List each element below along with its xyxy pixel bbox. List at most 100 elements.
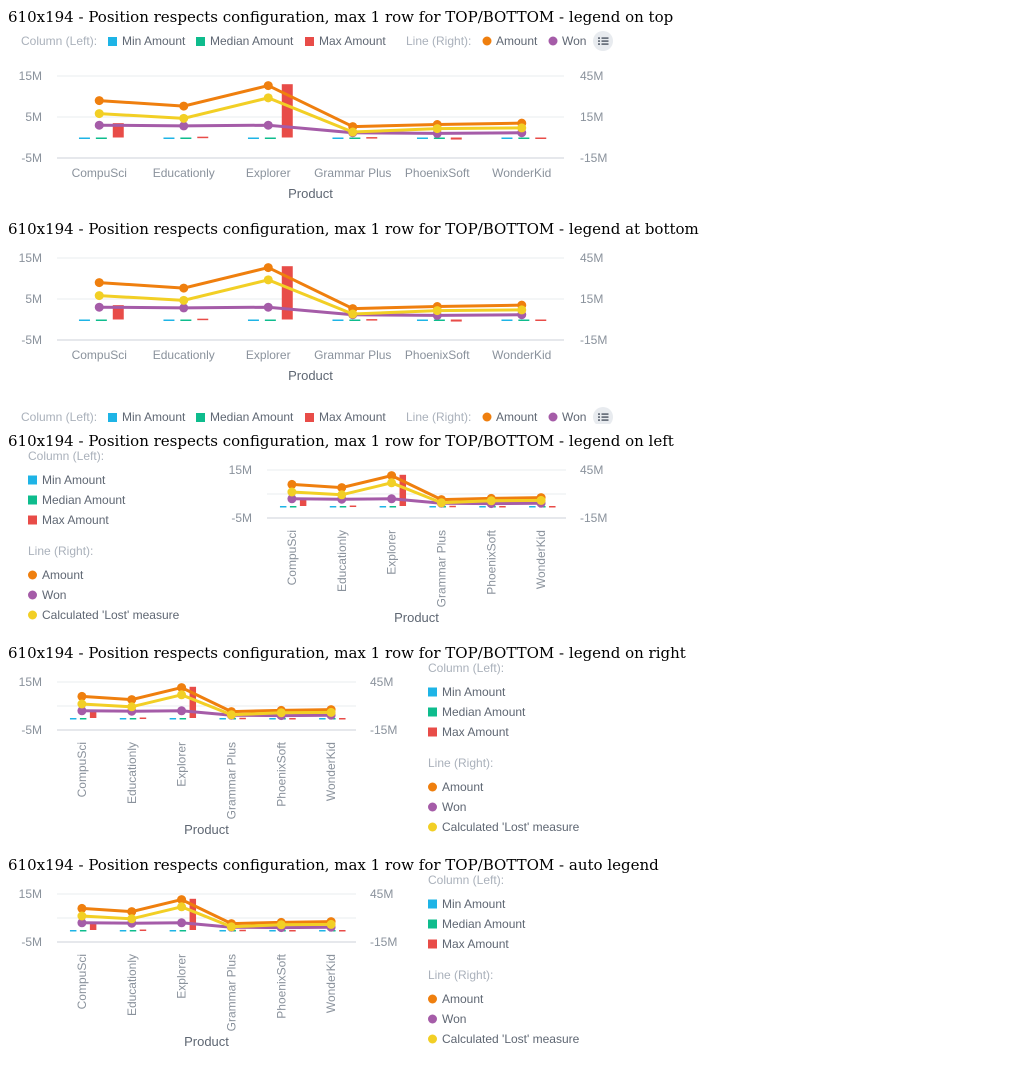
bar-max-amount	[139, 717, 147, 720]
x-axis-title: Product	[184, 822, 229, 837]
bar-min-amount	[501, 137, 513, 139]
legend: Column (Left): Min Amount Median Amount Max…	[28, 449, 180, 622]
legend-item-label: Min Amount	[122, 410, 186, 424]
x-tick-label: Educationly	[153, 348, 215, 362]
bar-min-amount	[163, 137, 175, 139]
bar-max-amount	[289, 718, 296, 720]
legend-item-label: Amount	[442, 780, 484, 794]
list-icon	[598, 413, 600, 415]
x-tick-label: Educationly	[153, 166, 215, 180]
x-tick-label: Explorer	[385, 530, 399, 575]
legend-item-label: Calculated 'Lost' measure	[442, 1032, 580, 1046]
legend-group-label: Line (Right):	[428, 756, 493, 770]
legend-marker	[428, 707, 437, 717]
bar-median-amount	[180, 137, 192, 139]
bar-median-amount	[179, 718, 187, 720]
legend-marker	[28, 515, 37, 525]
bar-max-amount	[449, 505, 456, 508]
y-tick-label-left: 5M	[25, 110, 42, 124]
legend-marker	[28, 475, 37, 485]
bar-min-amount	[269, 718, 276, 720]
legend-item-label: Median Amount	[210, 34, 294, 48]
legend-marker	[428, 899, 437, 909]
bar-max-amount	[197, 318, 209, 321]
legend-marker	[108, 37, 117, 46]
bar-min-amount	[78, 319, 90, 321]
bar-max-amount	[366, 137, 378, 139]
x-tick-label: PhoenixSoft	[405, 166, 470, 180]
bar-min-amount	[169, 930, 177, 932]
bar-min-amount	[78, 137, 90, 139]
legend-group-label: Column (Left):	[21, 34, 97, 48]
legend-group-label: Column (Left):	[21, 410, 97, 424]
bar-min-amount	[429, 506, 436, 508]
x-tick-label: Explorer	[175, 742, 189, 787]
x-tick-label: CompuSci	[285, 530, 299, 585]
legend-item-label: Max Amount	[319, 410, 386, 424]
bar-min-amount	[69, 718, 77, 720]
line-point	[94, 96, 104, 106]
legend-item-label: Median Amount	[442, 917, 526, 931]
bar-max-amount	[289, 930, 296, 932]
bar-max-amount	[197, 136, 209, 139]
legend-item-label: Won	[442, 1012, 466, 1026]
x-axis-title: Product	[288, 186, 333, 201]
y-tick-label-left: 15M	[19, 887, 42, 901]
bar-median-amount	[289, 506, 297, 508]
chart-section: 610x194 - Position respects configuratio…	[0, 0, 1024, 212]
legend-more-button[interactable]	[593, 31, 613, 51]
list-icon	[598, 37, 600, 39]
bar-median-amount	[433, 137, 445, 139]
line-point	[179, 295, 189, 305]
legend-marker	[428, 782, 437, 792]
y-tick-label-right: -15M	[370, 723, 397, 737]
legend: Column (Left): Min Amount Median Amount Max…	[21, 407, 613, 424]
legend-item-label: Won	[562, 410, 586, 424]
legend-item-label: Calculated 'Lost' measure	[42, 608, 180, 622]
legend-marker	[305, 413, 314, 422]
bar-median-amount	[518, 137, 530, 139]
legend-marker	[196, 37, 205, 46]
line-point	[263, 263, 273, 273]
chart-section: 610x194 - Position respects configuratio…	[0, 212, 1024, 424]
list-icon	[601, 37, 609, 39]
legend-marker	[548, 412, 558, 422]
line-point	[287, 487, 297, 497]
y-tick-label-left: -5M	[21, 333, 42, 347]
legend-group-label: Line (Right):	[428, 968, 493, 982]
x-tick-label: PhoenixSoft	[274, 741, 288, 806]
legend-item-label: Min Amount	[442, 897, 506, 911]
line-point	[177, 918, 187, 928]
line-point	[179, 283, 189, 293]
line-point	[387, 478, 397, 488]
legend-item-label: Median Amount	[210, 410, 294, 424]
legend-marker	[428, 687, 437, 697]
y-tick-label-left: 15M	[19, 251, 42, 265]
bar-min-amount	[319, 718, 326, 720]
x-tick-label: Grammar Plus	[224, 954, 238, 1031]
bar-min-amount	[332, 137, 344, 139]
bar-max-amount	[139, 929, 147, 932]
line-point	[486, 496, 496, 506]
legend-marker	[428, 994, 437, 1004]
x-tick-label: CompuSci	[72, 348, 127, 362]
x-tick-label: WonderKid	[324, 954, 338, 1013]
legend-marker	[482, 36, 492, 46]
line-point	[436, 498, 446, 508]
line-point	[179, 101, 189, 111]
line-point	[263, 275, 273, 285]
list-icon	[601, 43, 609, 45]
list-icon	[601, 413, 609, 415]
bar-min-amount	[219, 930, 226, 932]
bar-min-amount	[269, 930, 276, 932]
legend-item-label: Min Amount	[442, 685, 506, 699]
bar-min-amount	[501, 319, 513, 321]
y-tick-label-right: 15M	[580, 110, 603, 124]
legend-more-button[interactable]	[593, 407, 613, 424]
bar-median-amount	[518, 319, 530, 321]
x-tick-label: WonderKid	[492, 166, 551, 180]
legend-item-label: Max Amount	[42, 513, 109, 527]
x-axis-title: Product	[288, 368, 333, 383]
x-tick-label: WonderKid	[534, 530, 548, 589]
bar-median-amount	[179, 930, 187, 932]
